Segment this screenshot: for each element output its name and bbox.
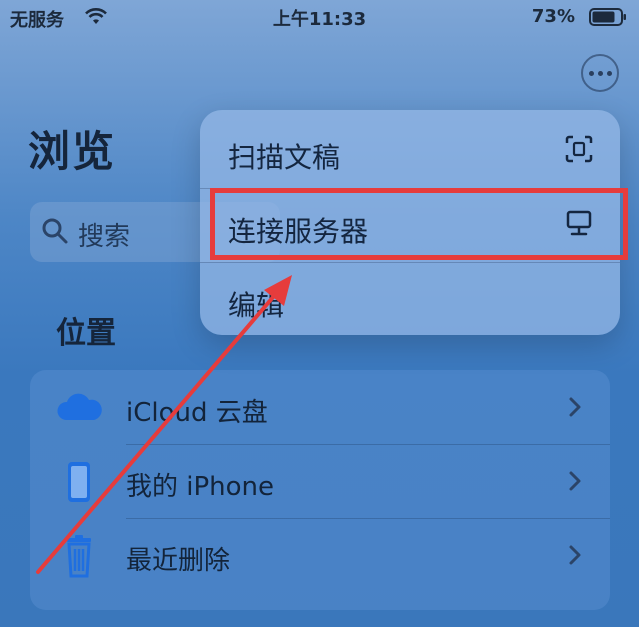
search-icon (42, 218, 68, 244)
ellipsis-icon (588, 70, 594, 76)
search-placeholder: 搜索 (78, 222, 131, 252)
trash-icon (67, 535, 91, 578)
highlight-box (210, 188, 628, 260)
status-bar: 无服务 上午11:33 73% (0, 0, 639, 34)
location-row-icloud[interactable]: iCloud 云盘 (30, 370, 610, 444)
chevron-right-icon (569, 545, 581, 565)
menu-item-label: 扫描文稿 (228, 141, 341, 174)
location-label: iCloud 云盘 (126, 398, 268, 428)
locations-list: iCloud 云盘 我的 iPhone 最近删除 (30, 370, 610, 610)
menu-item-label: 编辑 (228, 289, 285, 322)
chevron-right-icon (569, 397, 581, 417)
section-title-locations: 位置 (56, 316, 116, 351)
iphone-icon (68, 462, 90, 502)
page-title: 浏览 (28, 127, 117, 176)
menu-item-scan-documents[interactable]: 扫描文稿 (200, 114, 620, 186)
cloud-icon (57, 393, 102, 420)
location-label: 最近删除 (126, 546, 231, 576)
more-options-button[interactable] (581, 54, 619, 92)
scan-document-icon (565, 135, 593, 163)
chevron-right-icon (569, 471, 581, 491)
location-row-iphone[interactable]: 我的 iPhone (30, 444, 610, 518)
location-label: 我的 iPhone (126, 472, 275, 502)
battery-icon (589, 8, 626, 26)
location-row-recently-deleted[interactable]: 最近删除 (30, 518, 610, 592)
menu-item-edit[interactable]: 编辑 (200, 262, 620, 334)
battery-percent: 73% (531, 6, 575, 27)
